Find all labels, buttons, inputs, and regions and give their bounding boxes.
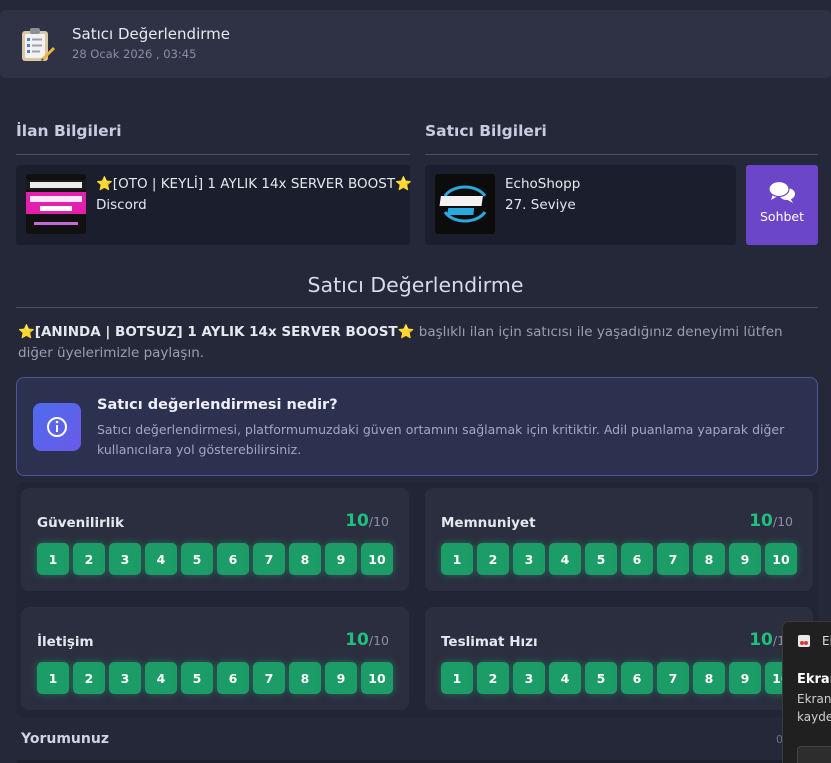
rating-button-4[interactable]: 4: [145, 543, 177, 575]
rating-button-8[interactable]: 8: [693, 662, 725, 694]
rating-button-6[interactable]: 6: [621, 543, 653, 575]
rating-buttons: 1 2 3 4 5 6 7 8 9 10: [441, 543, 797, 575]
rating-label: İletişim: [37, 634, 94, 650]
rating-button-7[interactable]: 7: [657, 662, 689, 694]
chat-button-label: Sohbet: [759, 209, 805, 224]
info-box: Satıcı değerlendirmesi nedir? Satıcı değ…: [16, 377, 818, 476]
listing-card[interactable]: ⭐[OTO | KEYLİ] 1 AYLIK 14x SERVER BOOST⭐…: [16, 165, 412, 245]
seller-name[interactable]: EchoShopp: [505, 176, 580, 192]
listing-thumbnail: [26, 174, 86, 234]
review-title: Satıcı Değerlendirme: [307, 273, 524, 297]
rating-button-2[interactable]: 2: [477, 543, 509, 575]
chat-bubbles-icon: [768, 180, 795, 203]
rating-card-delivery-speed: Teslimat Hızı 10/10 12345678910: [425, 607, 813, 710]
rating-buttons: 1 2 3 4 5 6 7 8 9 10: [37, 543, 393, 575]
seller-section-divider: [425, 154, 818, 155]
comment-label: Yorumunuz: [21, 731, 109, 747]
seller-card[interactable]: EchoShopp 27. Seviye: [425, 165, 736, 245]
rating-button-5[interactable]: 5: [585, 543, 617, 575]
rating-label: Güvenilirlik: [37, 515, 125, 531]
rating-button-3[interactable]: 3: [109, 543, 141, 575]
rating-score: 10/10: [345, 511, 389, 531]
rating-card-satisfaction: Memnuniyet 10/10 1 2 3 4 5 6 7 8 9 10: [425, 488, 813, 591]
seller-avatar: [435, 174, 495, 234]
rating-button-9[interactable]: 9: [325, 662, 357, 694]
rating-button-2[interactable]: 2: [73, 543, 105, 575]
listing-section-title: İlan Bilgileri: [16, 122, 122, 140]
rating-button-1[interactable]: 1: [37, 543, 69, 575]
rating-button-6[interactable]: 6: [217, 543, 249, 575]
ratings-panel: Güvenilirlik 10/10 1 2 3 4 5 6 7 8 9 10 Memnuniye…: [16, 482, 818, 717]
rating-button-4[interactable]: 4: [549, 662, 581, 694]
rating-button-2[interactable]: 2: [73, 662, 105, 694]
notification-title: Ekran: [797, 672, 831, 687]
page-header: Satıcı Değerlendirme 28 Ocak 2026 , 03:4…: [0, 10, 831, 78]
page-title: Satıcı Değerlendirme: [72, 25, 230, 43]
review-title-divider: [16, 307, 818, 308]
seller-section-title: Satıcı Bilgileri: [425, 122, 547, 140]
page-date: 28 Ocak 2026 , 03:45: [72, 47, 197, 61]
review-listing-name: ⭐[ANINDA | BOTSUZ] 1 AYLIK 14x SERVER BO…: [18, 324, 415, 340]
rating-button-5[interactable]: 5: [181, 662, 213, 694]
rating-button-9[interactable]: 9: [729, 543, 761, 575]
rating-button-5[interactable]: 5: [181, 543, 213, 575]
info-badge: [33, 403, 81, 451]
rating-button-10[interactable]: 10: [361, 662, 393, 694]
rating-button-3[interactable]: 3: [513, 543, 545, 575]
rating-button-3[interactable]: 3: [513, 662, 545, 694]
rating-card-communication: İletişim 10/10 1 2 3 4 5 6 7 8 9 10: [21, 607, 409, 710]
rating-buttons: 1 2 3 4 5 6 7 8 9 10: [37, 662, 393, 694]
listing-title[interactable]: ⭐[OTO | KEYLİ] 1 AYLIK 14x SERVER BOOST⭐: [96, 176, 412, 192]
snipping-tool-icon: [798, 635, 810, 647]
info-icon: [47, 417, 67, 437]
rating-label: Teslimat Hızı: [441, 634, 538, 650]
rating-button-6[interactable]: 6: [621, 662, 653, 694]
rating-label: Memnuniyet: [441, 515, 536, 531]
rating-button-7[interactable]: 7: [253, 543, 285, 575]
rating-button-10[interactable]: 10: [361, 543, 393, 575]
rating-button-4[interactable]: 4: [549, 543, 581, 575]
rating-button-7[interactable]: 7: [253, 662, 285, 694]
clipboard-checklist-icon: [22, 28, 55, 61]
rating-button-9[interactable]: 9: [325, 543, 357, 575]
info-description: Satıcı değerlendirmesi, platformumuzdaki…: [97, 422, 785, 457]
rating-button-8[interactable]: 8: [289, 662, 321, 694]
seller-level: 27. Seviye: [505, 197, 576, 213]
rating-button-7[interactable]: 7: [657, 543, 689, 575]
notification-text-line1: Ekran: [797, 692, 831, 706]
rating-button-1[interactable]: 1: [37, 662, 69, 694]
notification-app-name: Ek: [822, 634, 831, 648]
system-notification[interactable]: Ek Ekran Ekran kayde: [782, 621, 831, 763]
rating-card-reliability: Güvenilirlik 10/10 1 2 3 4 5 6 7 8 9 10: [21, 488, 409, 591]
info-title: Satıcı değerlendirmesi nedir?: [97, 397, 338, 413]
rating-button-8[interactable]: 8: [289, 543, 321, 575]
rating-button-6[interactable]: 6: [217, 662, 249, 694]
rating-button-2[interactable]: 2: [477, 662, 509, 694]
rating-button-3[interactable]: 3: [109, 662, 141, 694]
rating-button-5[interactable]: 5: [585, 662, 617, 694]
listing-section-divider: [16, 154, 410, 155]
rating-button-8[interactable]: 8: [693, 543, 725, 575]
rating-button-4[interactable]: 4: [145, 662, 177, 694]
rating-button-1[interactable]: 1: [441, 662, 473, 694]
notification-action-button[interactable]: [797, 746, 831, 763]
rating-buttons: 1 2 3 4 5 6 7 8 9 10: [441, 662, 797, 694]
rating-score: 10/10: [749, 511, 793, 531]
review-intro: ⭐[ANINDA | BOTSUZ] 1 AYLIK 14x SERVER BO…: [18, 322, 818, 364]
rating-button-9[interactable]: 9: [729, 662, 761, 694]
notification-text-line2: kayde: [797, 710, 831, 724]
chat-button[interactable]: Sohbet: [746, 165, 818, 245]
rating-score: 10/10: [345, 630, 389, 650]
rating-button-10[interactable]: 10: [765, 543, 797, 575]
rating-button-1[interactable]: 1: [441, 543, 473, 575]
listing-category: Discord: [96, 197, 147, 213]
